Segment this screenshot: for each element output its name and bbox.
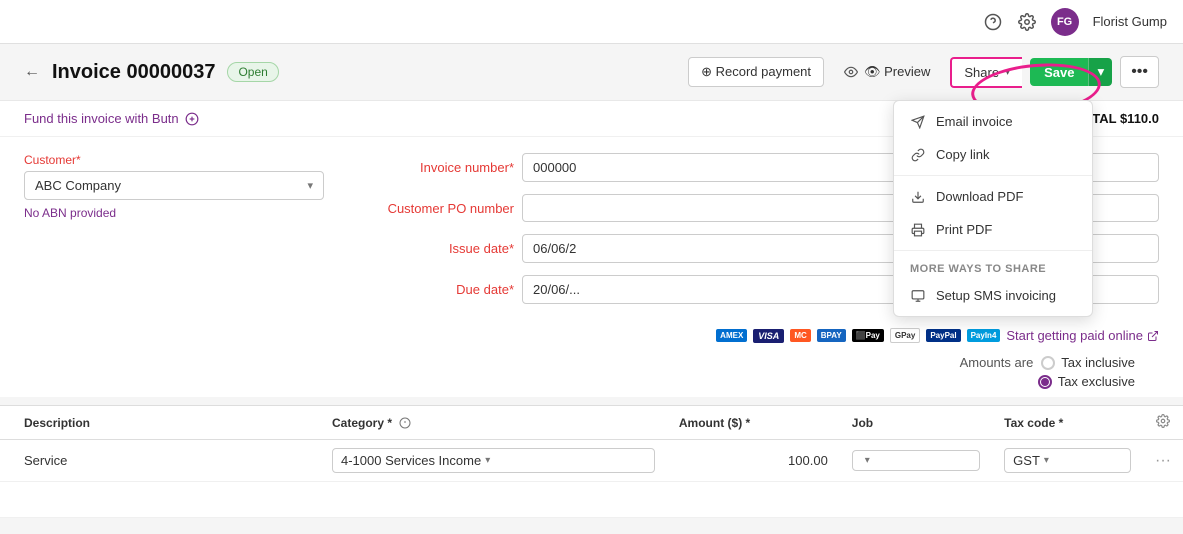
- apple-pay-badge: ⬛Pay: [852, 329, 884, 342]
- customer-dropdown-icon: ▾: [307, 179, 313, 192]
- customer-po-label: Customer PO number: [364, 201, 514, 216]
- record-payment-button[interactable]: ⊕ Record payment: [688, 57, 824, 87]
- td-amount[interactable]: 100.00: [667, 440, 840, 482]
- no-abn-link[interactable]: No ABN provided: [24, 206, 324, 220]
- amex-badge: AMEX: [716, 329, 747, 342]
- share-label: Share: [964, 65, 999, 80]
- payment-methods: AMEX VISA MC BPAY ⬛Pay GPay PayPal PayIn…: [0, 320, 1183, 351]
- th-category: Category *: [320, 406, 667, 440]
- tax-exclusive-label: Tax exclusive: [1058, 374, 1135, 389]
- save-caret-icon: ▾: [1097, 64, 1104, 79]
- share-button[interactable]: Share ▾: [950, 57, 1022, 88]
- settings-icon[interactable]: [1017, 12, 1037, 32]
- tax-options: Amounts are Tax inclusive Tax exclusive: [0, 351, 1183, 397]
- print-icon: [910, 223, 926, 237]
- setup-sms-label: Setup SMS invoicing: [936, 288, 1056, 303]
- category-dropdown-icon: ▾: [485, 455, 490, 466]
- more-ways-label: MORE WAYS TO SHARE: [894, 255, 1092, 279]
- more-options-button[interactable]: •••: [1120, 56, 1159, 88]
- tax-exclusive-option[interactable]: Tax exclusive: [1038, 374, 1135, 389]
- mastercard-badge: MC: [790, 329, 810, 342]
- tax-inclusive-radio[interactable]: [1041, 356, 1055, 370]
- download-pdf-label: Download PDF: [936, 189, 1023, 204]
- invoice-number-label: Invoice number*: [364, 160, 514, 175]
- download-pdf-item[interactable]: Download PDF: [894, 180, 1092, 213]
- invoice-table-container: Description Category * Amount ($) * Job …: [0, 405, 1183, 518]
- table-row: Service 4-1000 Services Income ▾ 100.00 …: [0, 440, 1183, 482]
- invoice-table: Description Category * Amount ($) * Job …: [0, 405, 1183, 518]
- customer-value: ABC Company: [35, 178, 121, 193]
- header-actions: ⊕ Record payment 👁 Preview Share ▾ Save …: [688, 56, 1159, 88]
- taxcode-select[interactable]: GST ▾: [1004, 448, 1131, 473]
- preview-label: 👁 Preview: [864, 64, 930, 80]
- sms-icon: [910, 289, 926, 303]
- help-icon[interactable]: [983, 12, 1003, 32]
- td-taxcode[interactable]: GST ▾: [992, 440, 1143, 482]
- job-select[interactable]: ▾: [852, 450, 980, 471]
- start-paid-link[interactable]: Start getting paid online: [1006, 328, 1159, 343]
- download-icon: [910, 190, 926, 204]
- customer-input[interactable]: ABC Company ▾: [24, 171, 324, 200]
- table-header-row: Description Category * Amount ($) * Job …: [0, 406, 1183, 440]
- paypal-badge: PayPal: [926, 329, 960, 342]
- save-caret-button[interactable]: ▾: [1088, 58, 1112, 86]
- share-button-group: Share ▾: [950, 57, 1022, 88]
- th-amount: Amount ($) *: [667, 406, 840, 440]
- dropdown-divider-1: [894, 175, 1092, 176]
- td-job[interactable]: ▾: [840, 440, 992, 482]
- avatar: FG: [1051, 8, 1079, 36]
- category-select[interactable]: 4-1000 Services Income ▾: [332, 448, 655, 473]
- invoice-title: Invoice 00000037: [52, 61, 215, 84]
- save-button-group: Save ▾: [1030, 58, 1112, 86]
- setup-sms-item[interactable]: Setup SMS invoicing: [894, 279, 1092, 312]
- td-more[interactable]: ···: [1143, 440, 1183, 482]
- invoice-header: ← Invoice 00000037 Open ⊕ Record payment…: [0, 44, 1183, 101]
- send-icon: [910, 115, 926, 129]
- top-nav: FG Florist Gump: [0, 0, 1183, 44]
- amounts-are-label: Amounts are Tax inclusive: [960, 355, 1135, 370]
- issue-date-label: Issue date*: [364, 241, 514, 256]
- fund-link[interactable]: Fund this invoice with Butn: [24, 111, 199, 126]
- th-job: Job: [840, 406, 992, 440]
- td-category[interactable]: 4-1000 Services Income ▾: [320, 440, 667, 482]
- fund-label: Fund this invoice with Butn: [24, 111, 179, 126]
- print-pdf-item[interactable]: Print PDF: [894, 213, 1092, 246]
- form-left: Customer* ABC Company ▾ No ABN provided: [24, 153, 324, 304]
- back-button[interactable]: ←: [24, 63, 40, 81]
- print-pdf-label: Print PDF: [936, 222, 992, 237]
- table-empty-row: [0, 482, 1183, 518]
- nav-icons: FG Florist Gump: [983, 8, 1167, 36]
- due-date-label: Due date*: [364, 282, 514, 297]
- copy-link-label: Copy link: [936, 147, 989, 162]
- customer-label: Customer*: [24, 153, 324, 167]
- save-button[interactable]: Save: [1030, 58, 1088, 86]
- share-dropdown-menu: Email invoice Copy link Download PDF Pri…: [893, 100, 1093, 317]
- share-caret-icon: ▾: [1005, 67, 1010, 78]
- user-name: Florist Gump: [1093, 14, 1167, 29]
- table-settings-icon[interactable]: [1156, 414, 1170, 428]
- th-description: Description: [0, 406, 320, 440]
- taxcode-dropdown-icon: ▾: [1044, 455, 1049, 466]
- preview-button[interactable]: 👁 Preview: [832, 58, 942, 86]
- th-settings: [1143, 406, 1183, 440]
- visa-badge: VISA: [753, 329, 784, 343]
- link-icon: [910, 148, 926, 162]
- job-dropdown-icon: ▾: [865, 455, 870, 466]
- bpay-badge: BPAY: [817, 329, 846, 342]
- status-badge: Open: [227, 62, 278, 82]
- tax-exclusive-radio[interactable]: [1038, 375, 1052, 389]
- th-taxcode: Tax code *: [992, 406, 1143, 440]
- copy-link-item[interactable]: Copy link: [894, 138, 1092, 171]
- email-invoice-label: Email invoice: [936, 114, 1013, 129]
- dropdown-divider-2: [894, 250, 1092, 251]
- start-paid-label: Start getting paid online: [1006, 328, 1143, 343]
- tax-inclusive-label: Tax inclusive: [1061, 355, 1135, 370]
- td-description[interactable]: Service: [0, 440, 320, 482]
- payin4-badge: PayIn4: [967, 329, 1001, 342]
- gpay-badge: GPay: [890, 328, 920, 343]
- tax-inclusive-option[interactable]: Tax inclusive: [1041, 355, 1135, 370]
- email-invoice-item[interactable]: Email invoice: [894, 105, 1092, 138]
